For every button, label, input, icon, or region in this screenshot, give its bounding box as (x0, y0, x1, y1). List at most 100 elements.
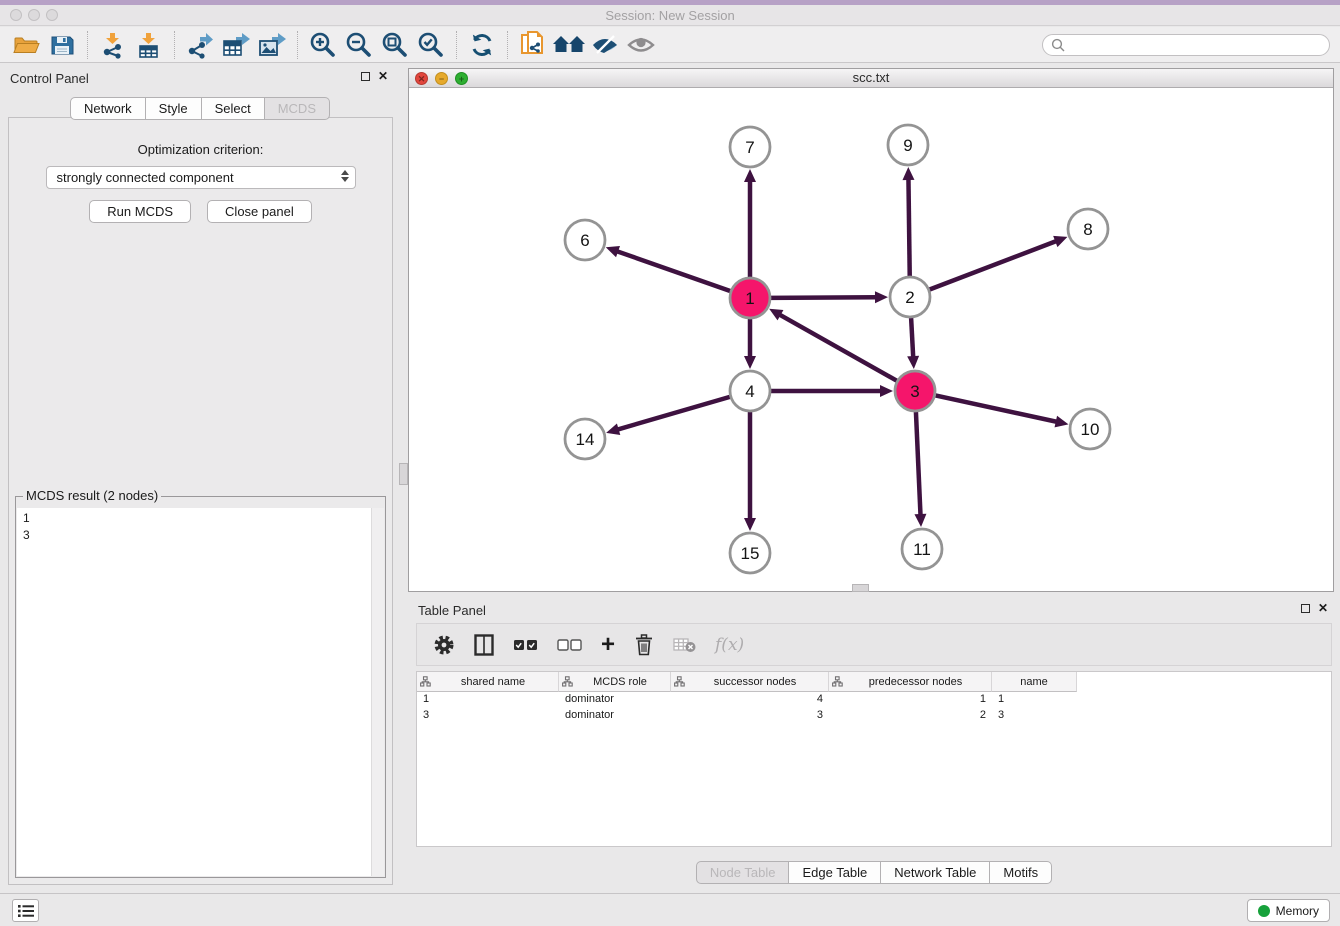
graph-edge-1-2[interactable] (771, 297, 877, 298)
export-table-icon[interactable] (218, 29, 254, 61)
graph-edge-arrow (606, 246, 620, 257)
tab-edge-table[interactable]: Edge Table (789, 861, 881, 884)
tab-network[interactable]: Network (70, 97, 146, 120)
save-floppy-icon[interactable] (44, 29, 80, 61)
zoom-in-icon[interactable] (305, 29, 341, 61)
table-row[interactable]: 1dominator411 (417, 692, 1331, 708)
tab-style[interactable]: Style (146, 97, 202, 120)
export-image-icon[interactable] (254, 29, 290, 61)
close-panel-button[interactable]: Close panel (207, 200, 312, 223)
toolbar-separator (297, 31, 298, 59)
network-minimize-icon[interactable]: − (435, 72, 448, 85)
select-none-unchecked-icon[interactable] (557, 638, 583, 652)
graph-edge-3-10[interactable] (936, 395, 1058, 422)
zoom-fit-icon[interactable] (377, 29, 413, 61)
toolbar-separator (507, 31, 508, 59)
delete-trash-icon[interactable] (633, 633, 655, 657)
window-zoom-button[interactable] (46, 9, 58, 21)
result-scrollbar[interactable] (371, 508, 384, 876)
table-cell[interactable]: 1 (417, 692, 559, 708)
select-all-checked-icon[interactable] (513, 638, 539, 652)
table-cell[interactable]: dominator (559, 708, 671, 724)
column-header-MCDS-role[interactable]: MCDS role (559, 672, 671, 692)
control-panel-header: Control Panel ✕ (0, 63, 400, 91)
search-input[interactable] (1042, 34, 1330, 56)
window-minimize-button[interactable] (28, 9, 40, 21)
graph-edge-arrow (902, 167, 914, 180)
column-type-icon (832, 676, 843, 687)
mcds-result-text: 1 3 (17, 508, 384, 546)
graph-edge-arrow (880, 385, 893, 397)
settings-gear-icon[interactable] (433, 634, 455, 656)
tab-network-table[interactable]: Network Table (881, 861, 990, 884)
column-header-name[interactable]: name (992, 672, 1077, 692)
main-toolbar (0, 27, 1340, 63)
criterion-select[interactable]: strongly connected component (46, 166, 356, 189)
search-icon (1051, 38, 1066, 53)
table-cell[interactable]: 4 (671, 692, 829, 708)
float-panel-icon[interactable] (361, 72, 370, 81)
add-plus-icon[interactable]: + (601, 635, 615, 655)
run-mcds-button[interactable]: Run MCDS (89, 200, 191, 223)
hide-eye-icon[interactable] (587, 29, 623, 61)
horizontal-splitter-handle[interactable] (852, 584, 869, 592)
mcds-result-area[interactable]: 1 3 (17, 508, 384, 876)
close-panel-icon[interactable]: ✕ (378, 71, 388, 81)
node-table[interactable]: shared nameMCDS rolesuccessor nodesprede… (416, 671, 1332, 847)
app-titlebar: Session: New Session (0, 5, 1340, 26)
graph-edge-2-3[interactable] (911, 318, 913, 358)
table-cell[interactable]: 3 (671, 708, 829, 724)
tab-motifs[interactable]: Motifs (990, 861, 1052, 884)
graph-node-label: 15 (741, 544, 760, 563)
vertical-splitter-handle[interactable] (399, 463, 408, 485)
graph-edge-3-11[interactable] (916, 412, 921, 516)
table-cell[interactable]: dominator (559, 692, 671, 708)
table-cell[interactable]: 1 (992, 692, 1077, 708)
zoom-selected-icon[interactable] (413, 29, 449, 61)
zoom-out-icon[interactable] (341, 29, 377, 61)
column-header-successor-nodes[interactable]: successor nodes (671, 672, 829, 692)
graph-edge-4-14[interactable] (617, 397, 730, 430)
graph-edge-2-8[interactable] (930, 241, 1058, 290)
table-cell[interactable]: 2 (829, 708, 992, 724)
network-canvas[interactable]: 1234678910111415 (409, 88, 1333, 591)
columns-icon[interactable] (473, 634, 495, 656)
memory-button[interactable]: Memory (1247, 899, 1330, 922)
search-text-field[interactable] (1066, 38, 1306, 52)
graph-edge-3-1[interactable] (779, 314, 897, 380)
import-table-icon[interactable] (131, 29, 167, 61)
tab-select[interactable]: Select (202, 97, 265, 120)
table-float-panel-icon[interactable] (1301, 604, 1310, 613)
table-row[interactable]: 3dominator323 (417, 708, 1331, 724)
home-pair-icon[interactable] (551, 29, 587, 61)
control-panel-title: Control Panel (10, 71, 89, 86)
refresh-layout-icon[interactable] (464, 29, 500, 61)
criterion-value: strongly connected component (57, 170, 234, 185)
open-folder-icon[interactable] (8, 29, 44, 61)
graph-node-label: 11 (913, 540, 931, 559)
table-cell[interactable]: 1 (829, 692, 992, 708)
window-close-button[interactable] (10, 9, 22, 21)
import-network-icon[interactable] (95, 29, 131, 61)
graph-edge-2-9[interactable] (908, 178, 909, 276)
network-window-titlebar[interactable]: ✕ − + scc.txt (409, 69, 1333, 88)
show-eye-icon[interactable] (623, 29, 659, 61)
graph-edge-arrow (1055, 416, 1069, 428)
export-network-icon[interactable] (182, 29, 218, 61)
table-cell[interactable]: 3 (992, 708, 1077, 724)
table-cell[interactable]: 3 (417, 708, 559, 724)
graph-node-label: 14 (576, 430, 595, 449)
network-close-icon[interactable]: ✕ (415, 72, 428, 85)
task-history-button[interactable] (12, 899, 39, 922)
column-header-predecessor-nodes[interactable]: predecessor nodes (829, 672, 992, 692)
graph-edge-arrow (907, 356, 919, 369)
network-maximize-icon[interactable]: + (455, 72, 468, 85)
column-type-icon (674, 676, 685, 687)
tab-mcds[interactable]: MCDS (265, 97, 330, 120)
tab-node-table[interactable]: Node Table (696, 861, 790, 884)
graph-edge-arrow (875, 291, 888, 303)
graph-edge-1-6[interactable] (616, 251, 730, 291)
table-close-panel-icon[interactable]: ✕ (1318, 603, 1328, 613)
network-from-file-icon[interactable] (515, 29, 551, 61)
column-header-shared-name[interactable]: shared name (417, 672, 559, 692)
